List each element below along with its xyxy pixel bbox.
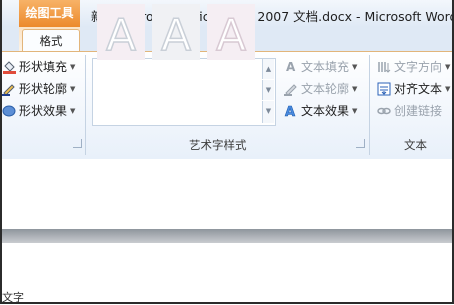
dropdown-arrow-icon: ▼ xyxy=(352,63,358,71)
page-gap xyxy=(0,229,454,243)
text-effects-button[interactable]: A 文本效果 ▼ xyxy=(284,101,358,121)
tab-format[interactable]: 格式 xyxy=(22,29,80,53)
svg-text:A: A xyxy=(286,60,296,74)
text-fill-label: 文本填充 xyxy=(301,60,350,74)
group-separator xyxy=(369,55,370,155)
align-text-button[interactable]: 对齐文本 ▼ xyxy=(377,79,450,99)
dropdown-arrow-icon: ▼ xyxy=(352,107,358,115)
dropdown-arrow-icon: ▼ xyxy=(352,85,358,93)
text-direction-label: 文字方向 xyxy=(394,60,443,74)
text-group-label: 文本 xyxy=(404,138,427,152)
dropdown-arrow-icon: ▼ xyxy=(70,63,76,71)
text-fill-icon: A xyxy=(284,60,298,74)
text-outline-button[interactable]: 文本轮廓 ▼ xyxy=(284,79,357,99)
text-direction-button[interactable]: 文字方向 ▼ xyxy=(377,57,450,77)
text-effects-icon: A xyxy=(284,104,298,121)
gallery-scroll-down[interactable]: ▼ xyxy=(262,80,274,100)
dropdown-arrow-icon: ▼ xyxy=(70,85,76,93)
dropdown-arrow-icon: ▼ xyxy=(445,63,451,71)
wordart-a-glyph: A xyxy=(106,10,136,60)
shape-fill-label: 形状填充 xyxy=(19,60,68,74)
shape-outline-label: 形状轮廓 xyxy=(19,82,68,96)
document-page[interactable] xyxy=(0,159,454,229)
paint-bucket-icon xyxy=(2,60,16,74)
align-text-label: 对齐文本 xyxy=(394,82,443,96)
wordart-a-glyph: A xyxy=(161,10,191,60)
wordart-style-2[interactable]: A xyxy=(152,4,200,60)
wordart-styles-launcher-icon[interactable] xyxy=(356,139,365,148)
align-text-icon xyxy=(377,82,391,96)
gallery-scroll-up[interactable]: ▲ xyxy=(262,59,274,79)
gallery-more[interactable]: ▼ xyxy=(262,101,274,123)
create-link-button[interactable]: 创建链接 xyxy=(377,101,442,121)
wordart-a-glyph: A xyxy=(216,10,246,60)
text-effects-label: 文本效果 xyxy=(301,104,350,118)
wordart-gallery[interactable] xyxy=(92,58,276,126)
wordart-styles-group-label: 艺术字样式 xyxy=(189,138,247,152)
document-page-next[interactable] xyxy=(0,243,454,304)
text-direction-icon xyxy=(377,60,391,74)
shape-effects-button[interactable]: 形状效果 ▼ xyxy=(2,101,75,121)
shape-effects-icon xyxy=(2,104,16,118)
create-link-label: 创建链接 xyxy=(394,104,443,118)
text-fill-button[interactable]: A 文本填充 ▼ xyxy=(284,57,357,77)
shape-fill-button[interactable]: 形状填充 ▼ xyxy=(2,57,75,77)
frame-border-left xyxy=(0,0,2,304)
dropdown-arrow-icon: ▼ xyxy=(70,107,76,115)
contextual-tab-drawing-tools: 绘图工具 xyxy=(19,0,80,27)
window-title: 新建 Microsoft Office Word 2007 文档.docx - … xyxy=(91,9,454,24)
svg-text:A: A xyxy=(285,105,295,118)
wordart-style-1[interactable]: A xyxy=(97,4,145,60)
group-separator xyxy=(85,55,86,155)
text-outline-label: 文本轮廓 xyxy=(301,82,350,96)
link-icon xyxy=(377,104,391,118)
pencil-icon xyxy=(2,82,16,96)
dropdown-arrow-icon: ▼ xyxy=(445,85,451,93)
shape-outline-button[interactable]: 形状轮廓 ▼ xyxy=(2,79,75,99)
pencil-icon xyxy=(284,82,298,96)
shape-styles-launcher-icon[interactable] xyxy=(73,139,82,148)
wordart-style-3[interactable]: A xyxy=(207,4,255,60)
shape-effects-label: 形状效果 xyxy=(19,104,68,118)
